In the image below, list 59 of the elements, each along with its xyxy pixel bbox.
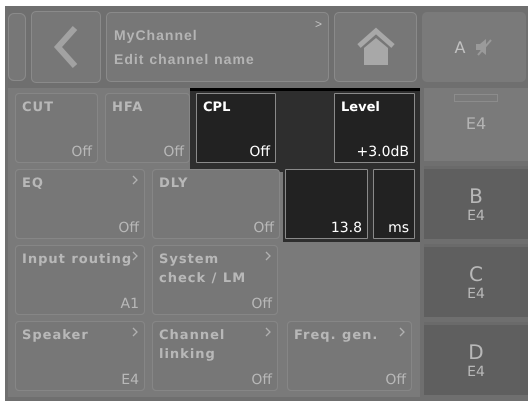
tile-value: Off — [251, 296, 272, 312]
arrow-glyph: > — [314, 17, 322, 31]
tile-value: 13.8 — [330, 220, 362, 236]
channel-name: MyChannel — [114, 27, 198, 43]
tile-value: A1 — [120, 296, 139, 312]
tile-label: System check / LM — [159, 251, 248, 288]
channel-value: E4 — [466, 114, 486, 133]
channel-tab[interactable]: E4 — [424, 88, 528, 161]
channel-letter: C — [469, 262, 483, 286]
channel-tab[interactable]: C E4 — [424, 244, 528, 317]
edit-hint: Edit channel name — [114, 51, 255, 67]
setting-tile[interactable]: Freq. gen. Off — [287, 321, 412, 391]
setting-tile[interactable]: EQ Off — [15, 169, 145, 239]
channel-letter: A — [454, 38, 466, 56]
tile-value: ms — [388, 220, 409, 236]
chevron-left-icon — [53, 25, 79, 69]
home-icon — [356, 27, 396, 67]
tile-label: Freq. gen. — [294, 327, 380, 345]
tile-label: CPL — [203, 99, 232, 117]
setting-tile[interactable]: System check / LM Off — [152, 245, 278, 315]
tile-value: Off — [249, 144, 270, 160]
setting-tile[interactable]: Speaker E4 — [15, 321, 145, 391]
tile-label: DLY — [159, 175, 190, 193]
channel-letter: D — [468, 340, 484, 364]
channel-status[interactable]: A — [422, 12, 526, 82]
channel-name-button[interactable]: MyChannel Edit channel name > — [106, 12, 329, 82]
setting-tile[interactable]: 13.8 — [285, 169, 368, 239]
channel-tab[interactable]: D E4 — [424, 322, 528, 395]
home-button[interactable] — [334, 12, 417, 82]
setting-tile[interactable]: Channel linking Off — [152, 321, 278, 391]
tile-value: E4 — [121, 372, 139, 388]
tile-value: +3.0dB — [356, 144, 409, 160]
tile-label: Input routing — [22, 251, 134, 269]
setting-tile[interactable]: ms — [373, 169, 415, 239]
tile-value: Off — [71, 144, 92, 160]
back-button[interactable] — [31, 11, 101, 83]
tile-value: Off — [163, 144, 184, 160]
setting-tile[interactable]: Level +3.0dB — [334, 93, 415, 163]
tile-value: Off — [118, 220, 139, 236]
tile-label: HFA — [112, 99, 144, 117]
drag-handle[interactable] — [8, 13, 26, 81]
tile-value: Off — [251, 372, 272, 388]
tile-label: Level — [341, 99, 381, 117]
setting-tile[interactable]: DLY Off — [152, 169, 280, 239]
tile-label: CUT — [22, 99, 55, 117]
tile-label: Channel linking — [159, 327, 226, 364]
channel-value: E4 — [467, 364, 485, 380]
tile-label: EQ — [22, 175, 45, 193]
channel-value: E4 — [467, 208, 485, 224]
tile-value: Off — [385, 372, 406, 388]
setting-tile[interactable]: HFA Off — [105, 93, 190, 163]
channel-letter: B — [469, 184, 483, 208]
channel-tab[interactable]: B E4 — [424, 166, 528, 239]
tile-value: Off — [253, 220, 274, 236]
setting-tile[interactable]: Input routing A1 — [15, 245, 145, 315]
setting-tile[interactable]: CUT Off — [15, 93, 98, 163]
setting-tile[interactable]: CPL Off — [196, 93, 276, 163]
tile-label: Speaker — [22, 327, 90, 345]
channel-value: E4 — [467, 286, 485, 302]
